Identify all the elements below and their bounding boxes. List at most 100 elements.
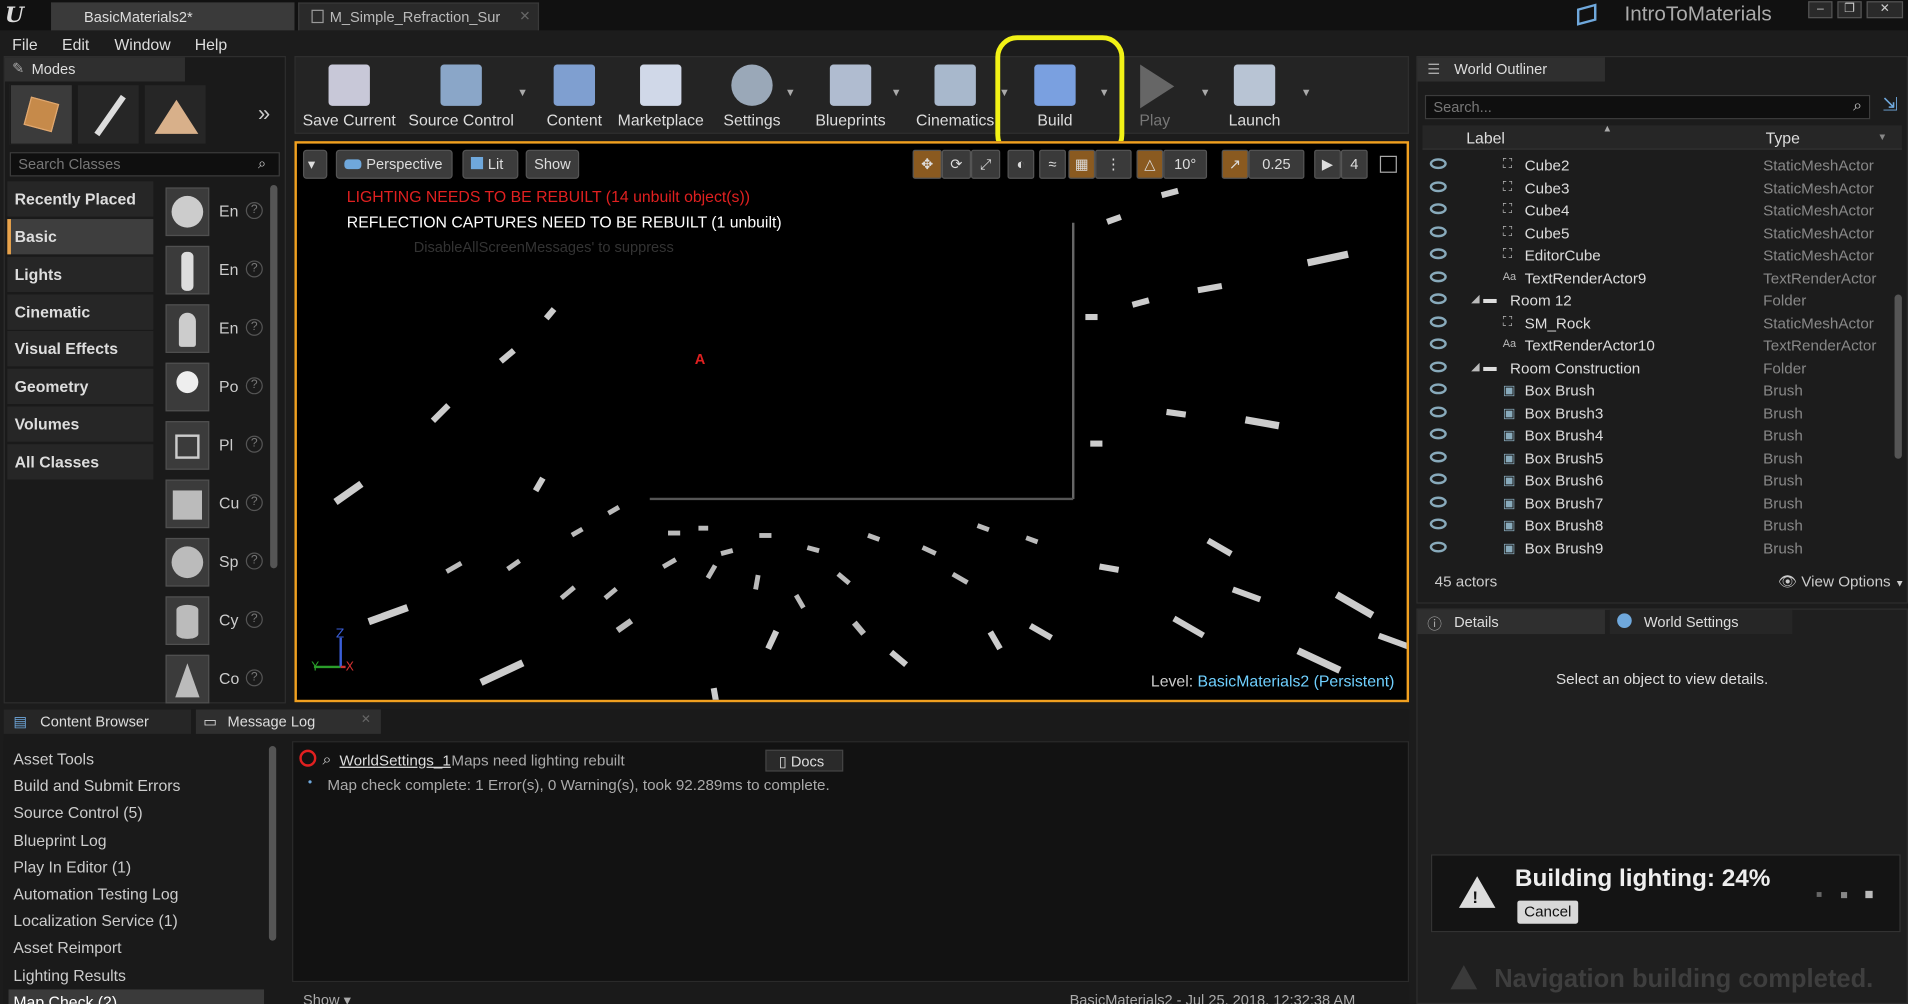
- log-category-item[interactable]: Localization Service (1): [9, 908, 265, 935]
- help-icon[interactable]: ?: [245, 552, 263, 570]
- log-category-item[interactable]: Automation Testing Log: [9, 881, 265, 908]
- outliner-row[interactable]: ⛶ Cube2 StaticMeshActor: [1422, 155, 1903, 178]
- log-list-scrollbar[interactable]: [268, 746, 277, 941]
- world-settings-tab[interactable]: World Settings: [1609, 609, 1793, 635]
- category-geometry[interactable]: Geometry: [7, 368, 154, 405]
- visibility-eye-icon[interactable]: [1429, 495, 1447, 507]
- class-item-empty-actor[interactable]: En?: [158, 185, 268, 241]
- class-item-empty-character[interactable]: En?: [158, 243, 268, 299]
- chevron-down-icon[interactable]: ▼: [1301, 86, 1312, 98]
- close-tab-icon[interactable]: ✕: [361, 713, 371, 726]
- outliner-row[interactable]: ◢ ▬ Room 12 Folder: [1422, 290, 1903, 313]
- class-item-cylinder[interactable]: Cy?: [158, 594, 268, 650]
- category-basic[interactable]: Basic: [7, 219, 154, 255]
- help-icon[interactable]: ?: [245, 260, 263, 278]
- outliner-row[interactable]: ▣ Box Brush5 Brush: [1422, 447, 1903, 470]
- modes-tab[interactable]: ✎ Modes: [4, 57, 185, 82]
- visibility-eye-icon[interactable]: [1429, 540, 1447, 552]
- create-folder-icon[interactable]: ⇲: [1882, 94, 1897, 116]
- log-category-item[interactable]: Source Control (5): [9, 800, 265, 827]
- chevron-down-icon[interactable]: ▼: [785, 86, 796, 98]
- show-filter-button[interactable]: Show ▾: [303, 992, 351, 1004]
- source-control-button[interactable]: Source Control: [405, 57, 517, 132]
- chevron-down-icon[interactable]: ▼: [517, 86, 528, 98]
- outliner-row[interactable]: Aa TextRenderActor10 TextRenderActor: [1422, 335, 1903, 358]
- landscape-mode-button[interactable]: [143, 83, 207, 145]
- docs-button[interactable]: ▯ Docs: [765, 749, 844, 772]
- outliner-row[interactable]: ▣ Box Brush4 Brush: [1422, 425, 1903, 448]
- visibility-eye-icon[interactable]: [1429, 315, 1447, 327]
- help-icon[interactable]: ?: [245, 435, 263, 453]
- visibility-eye-icon[interactable]: [1429, 248, 1447, 260]
- outliner-row[interactable]: ▣ Box Brush6 Brush: [1422, 470, 1903, 493]
- details-tab[interactable]: ⓘ Details: [1417, 609, 1605, 635]
- visibility-eye-icon[interactable]: [1429, 428, 1447, 440]
- log-category-item[interactable]: Lighting Results: [9, 962, 265, 989]
- class-item-player-start[interactable]: Pl?: [158, 419, 268, 475]
- visibility-eye-icon[interactable]: [1429, 158, 1447, 170]
- view-options-button[interactable]: 👁︎ View Options ▼: [1778, 573, 1905, 591]
- visibility-eye-icon[interactable]: [1429, 203, 1447, 215]
- place-mode-button[interactable]: [9, 83, 74, 145]
- type-column-header[interactable]: Type: [1766, 129, 1800, 147]
- category-recently-placed[interactable]: Recently Placed: [7, 181, 154, 217]
- category-all-classes[interactable]: All Classes: [7, 444, 154, 480]
- outliner-row[interactable]: ▣ Box Brush9 Brush: [1422, 537, 1903, 560]
- world-settings-link[interactable]: WorldSettings_1: [339, 752, 450, 769]
- log-category-item[interactable]: Asset Tools: [9, 746, 265, 773]
- category-volumes[interactable]: Volumes: [7, 406, 154, 442]
- visibility-eye-icon[interactable]: [1429, 338, 1447, 350]
- save-current-button[interactable]: Save Current: [301, 57, 398, 132]
- doc-tab-level[interactable]: BasicMaterials2*: [51, 2, 295, 31]
- outliner-row[interactable]: ◢ ▬ Room Construction Folder: [1422, 357, 1903, 380]
- doc-tab-material[interactable]: M_Simple_Refraction_Sur ✕: [298, 2, 540, 31]
- visibility-eye-icon[interactable]: [1429, 383, 1447, 395]
- paint-mode-button[interactable]: [76, 83, 140, 145]
- class-item-empty-pawn[interactable]: En?: [158, 302, 268, 358]
- maximize-button[interactable]: ❐: [1837, 1, 1862, 19]
- outliner-row[interactable]: ▣ Box Brush3 Brush: [1422, 402, 1903, 425]
- visibility-eye-icon[interactable]: [1429, 225, 1447, 237]
- log-category-item[interactable]: Asset Reimport: [9, 935, 265, 962]
- outliner-row[interactable]: ⛶ SM_Rock StaticMeshActor: [1422, 312, 1903, 335]
- outliner-row[interactable]: Aa TextRenderActor9 TextRenderActor: [1422, 267, 1903, 290]
- category-cinematic[interactable]: Cinematic: [7, 294, 154, 330]
- chevron-down-icon[interactable]: ▼: [1200, 86, 1211, 98]
- blueprints-button[interactable]: Blueprints: [807, 57, 895, 132]
- outliner-row[interactable]: ▣ Box Brush Brush: [1422, 380, 1903, 403]
- cancel-build-button[interactable]: Cancel: [1517, 900, 1579, 924]
- visibility-eye-icon[interactable]: [1429, 473, 1447, 485]
- outliner-scrollbar[interactable]: [1894, 294, 1902, 459]
- menu-window[interactable]: Window: [114, 35, 170, 53]
- feedback-icon[interactable]: [1576, 3, 1597, 26]
- help-icon[interactable]: ?: [245, 669, 263, 687]
- outliner-row[interactable]: ▣ Box Brush8 Brush: [1422, 515, 1903, 538]
- menu-help[interactable]: Help: [195, 35, 228, 53]
- settings-button[interactable]: Settings: [717, 57, 788, 132]
- log-category-item[interactable]: Map Check (2): [8, 989, 265, 1004]
- outliner-row[interactable]: ⛶ Cube3 StaticMeshActor: [1422, 177, 1903, 200]
- visibility-eye-icon[interactable]: [1429, 293, 1447, 305]
- visibility-eye-icon[interactable]: [1429, 450, 1447, 462]
- visibility-eye-icon[interactable]: [1429, 360, 1447, 372]
- menu-edit[interactable]: Edit: [62, 35, 89, 53]
- visibility-eye-icon[interactable]: [1429, 270, 1447, 282]
- help-icon[interactable]: ?: [245, 610, 263, 628]
- class-item-sphere[interactable]: Sp?: [158, 535, 268, 591]
- outliner-row[interactable]: ▣ Box Brush7 Brush: [1422, 492, 1903, 515]
- message-log-tab[interactable]: ▭ Message Log ✕: [195, 709, 381, 734]
- category-visual-effects[interactable]: Visual Effects: [7, 331, 154, 367]
- chevron-down-icon[interactable]: ▼: [1878, 131, 1888, 142]
- search-classes-input[interactable]: Search Classes: [9, 152, 280, 177]
- visibility-eye-icon[interactable]: [1429, 180, 1447, 192]
- label-column-header[interactable]: Label: [1466, 129, 1505, 147]
- chevron-down-icon[interactable]: ▼: [891, 86, 902, 98]
- visibility-eye-icon[interactable]: [1429, 518, 1447, 530]
- minimize-button[interactable]: –: [1808, 1, 1833, 19]
- outliner-row[interactable]: ⛶ EditorCube StaticMeshActor: [1422, 245, 1903, 268]
- help-icon[interactable]: ?: [245, 377, 263, 395]
- outliner-search-input[interactable]: Search...: [1424, 94, 1871, 120]
- outliner-row[interactable]: ⛶ Cube5 StaticMeshActor: [1422, 222, 1903, 245]
- expand-modes-icon[interactable]: »: [258, 101, 270, 127]
- help-icon[interactable]: ?: [245, 202, 263, 220]
